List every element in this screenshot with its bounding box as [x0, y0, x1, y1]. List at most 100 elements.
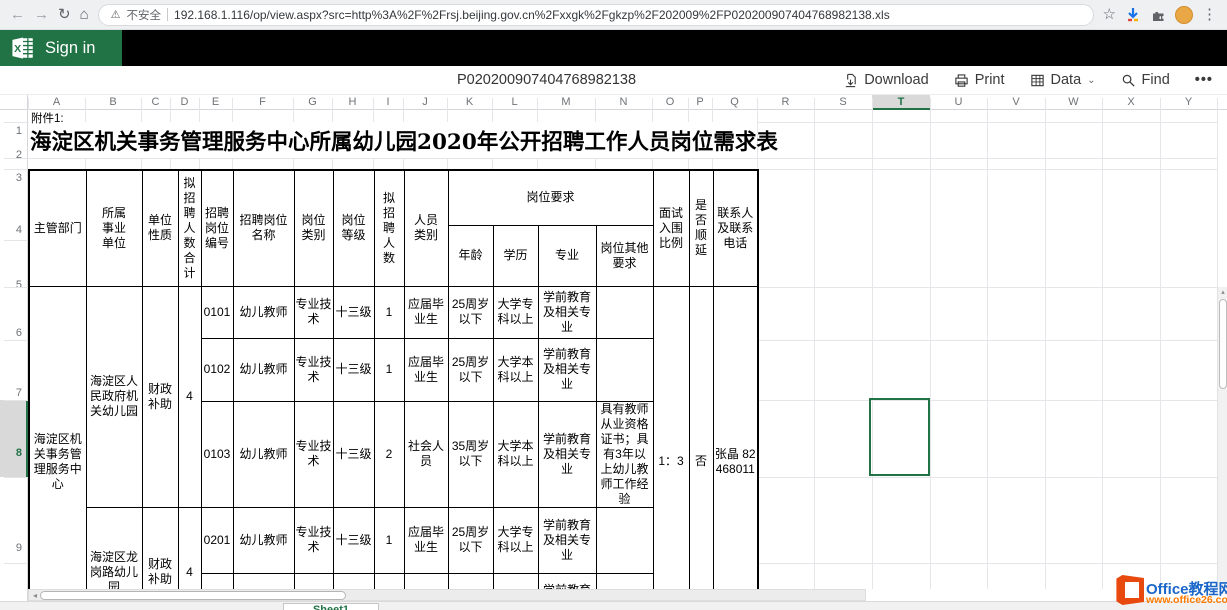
row-header-9[interactable]: 9 [16, 542, 22, 554]
cell-type[interactable]: 专业技术 [294, 507, 333, 573]
column-header-A[interactable]: A [53, 96, 60, 108]
cell-major[interactable]: 学前教育及相关专业 [538, 286, 596, 338]
cell-major[interactable]: 学前教育及相关专业 [538, 401, 596, 507]
cell-edu[interactable]: 大学专科以上 [493, 507, 538, 573]
cell-name[interactable]: 幼儿教师 [233, 401, 294, 507]
cell-name[interactable]: 幼儿教师 [233, 338, 294, 401]
cell-count[interactable]: 1 [374, 507, 404, 573]
back-icon[interactable]: ← [10, 7, 25, 22]
cell-code[interactable]: 0101 [201, 286, 233, 338]
row-header-3[interactable]: 3 [16, 172, 22, 184]
header-post-grade[interactable]: 岗位等级 [333, 170, 374, 286]
address-bar[interactable]: ⚠ 不安全 192.168.1.116/op/view.aspx?src=htt… [98, 4, 1094, 26]
header-requirements[interactable]: 岗位要求 [448, 170, 653, 225]
header-major[interactable]: 专业 [538, 225, 596, 286]
cell-edu[interactable]: 大学专科以上 [493, 286, 538, 338]
cell-age[interactable]: 25周岁以下 [448, 286, 493, 338]
cell-count[interactable]: 1 [374, 286, 404, 338]
row-headers[interactable]: 123456789 [0, 110, 28, 610]
column-header-L[interactable]: L [511, 96, 517, 108]
bookmark-star-icon[interactable]: ☆ [1103, 7, 1116, 22]
row-header-6[interactable]: 6 [16, 327, 22, 339]
cell-age[interactable]: 25周岁以下 [448, 507, 493, 573]
column-header-V[interactable]: V [1012, 96, 1019, 108]
sign-in-button[interactable]: Sign in [45, 39, 95, 58]
cell-interview-ratio[interactable]: 1：3 [653, 286, 689, 610]
header-count[interactable]: 拟招聘人数 [374, 170, 404, 286]
sheet-tab[interactable]: Sheet1 [283, 603, 379, 610]
cell-grade[interactable]: 十三级 [333, 401, 374, 507]
cell-code[interactable]: 0201 [201, 507, 233, 573]
column-header-C[interactable]: C [152, 96, 160, 108]
download-button[interactable]: Download [843, 72, 929, 88]
profile-avatar[interactable] [1175, 6, 1193, 24]
find-button[interactable]: Find [1121, 72, 1170, 88]
row-header-7[interactable]: 7 [16, 387, 22, 399]
column-header-W[interactable]: W [1068, 96, 1078, 108]
row-header-1[interactable]: 1 [16, 125, 22, 137]
cell-major[interactable]: 学前教育及相关专业 [538, 338, 596, 401]
row-header-4[interactable]: 4 [16, 224, 22, 236]
row-header-8[interactable]: 8 [16, 447, 22, 459]
column-header-I[interactable]: I [386, 96, 389, 108]
column-header-Q[interactable]: Q [730, 96, 739, 108]
cell-name[interactable]: 幼儿教师 [233, 507, 294, 573]
header-post-type[interactable]: 岗位类别 [294, 170, 333, 286]
header-age[interactable]: 年龄 [448, 225, 493, 286]
cell-other[interactable] [596, 507, 653, 573]
cell-unit[interactable]: 海淀区人民政府机关幼儿园 [86, 286, 142, 507]
print-button[interactable]: Print [954, 72, 1005, 88]
download-manager-extension-icon[interactable] [1125, 7, 1141, 23]
cell-code[interactable]: 0103 [201, 401, 233, 507]
cell-type[interactable]: 专业技术 [294, 401, 333, 507]
vertical-scroll-thumb[interactable] [1219, 299, 1227, 389]
cell-extendable[interactable]: 否 [689, 286, 713, 610]
cell-grade[interactable]: 十三级 [333, 286, 374, 338]
cell-other[interactable] [596, 286, 653, 338]
header-education[interactable]: 学历 [493, 225, 538, 286]
extensions-puzzle-icon[interactable] [1150, 7, 1166, 23]
column-header-T[interactable]: T [898, 96, 905, 108]
vertical-scrollbar[interactable]: ▴ [1217, 287, 1227, 589]
home-icon[interactable]: ⌂ [80, 7, 89, 22]
column-header-O[interactable]: O [666, 96, 675, 108]
header-total[interactable]: 拟招聘人数合计 [178, 170, 201, 286]
column-header-U[interactable]: U [955, 96, 963, 108]
header-dept[interactable]: 主管部门 [29, 170, 86, 286]
column-header-J[interactable]: J [422, 96, 428, 108]
cell-other[interactable] [596, 338, 653, 401]
cell-unit-type[interactable]: 财政补助 [142, 286, 178, 507]
header-interview-ratio[interactable]: 面试入围比例 [653, 170, 689, 286]
cell-contact[interactable]: 张晶 82468011 [713, 286, 758, 610]
column-header-S[interactable]: S [839, 96, 846, 108]
cell-age[interactable]: 35周岁以下 [448, 401, 493, 507]
cell-type[interactable]: 专业技术 [294, 286, 333, 338]
column-header-F[interactable]: F [259, 96, 266, 108]
row-header-2[interactable]: 2 [16, 149, 22, 161]
cell-grade[interactable]: 十三级 [333, 507, 374, 573]
more-button[interactable]: ••• [1195, 72, 1213, 88]
cell-person[interactable]: 应届毕业生 [404, 507, 448, 573]
header-unit[interactable]: 所属事业单位 [86, 170, 142, 286]
browser-menu-icon[interactable]: ⋮ [1202, 7, 1217, 22]
cell-edu[interactable]: 大学本科以上 [493, 338, 538, 401]
cell-person[interactable]: 应届毕业生 [404, 286, 448, 338]
cell-count[interactable]: 1 [374, 338, 404, 401]
cell-major[interactable]: 学前教育及相关专业 [538, 507, 596, 573]
cell-count[interactable]: 2 [374, 401, 404, 507]
cell-name[interactable]: 幼儿教师 [233, 286, 294, 338]
column-header-G[interactable]: G [308, 96, 317, 108]
column-header-D[interactable]: D [181, 96, 189, 108]
select-all-corner[interactable] [0, 95, 28, 110]
horizontal-scrollbar[interactable]: ◂ [28, 589, 866, 601]
cell-age[interactable]: 25周岁以下 [448, 338, 493, 401]
data-button[interactable]: Data ⌄ [1030, 72, 1096, 88]
column-header-X[interactable]: X [1127, 96, 1134, 108]
selected-row-header[interactable] [0, 400, 28, 477]
column-headers[interactable]: ABCDEFGHIJKLMNOPQRSTUVWXY [0, 95, 1227, 110]
header-extendable[interactable]: 是否顺延 [689, 170, 713, 286]
column-header-E[interactable]: E [212, 96, 219, 108]
cell-type[interactable]: 专业技术 [294, 338, 333, 401]
header-other[interactable]: 岗位其他要求 [596, 225, 653, 286]
cell-edu[interactable]: 大学本科以上 [493, 401, 538, 507]
